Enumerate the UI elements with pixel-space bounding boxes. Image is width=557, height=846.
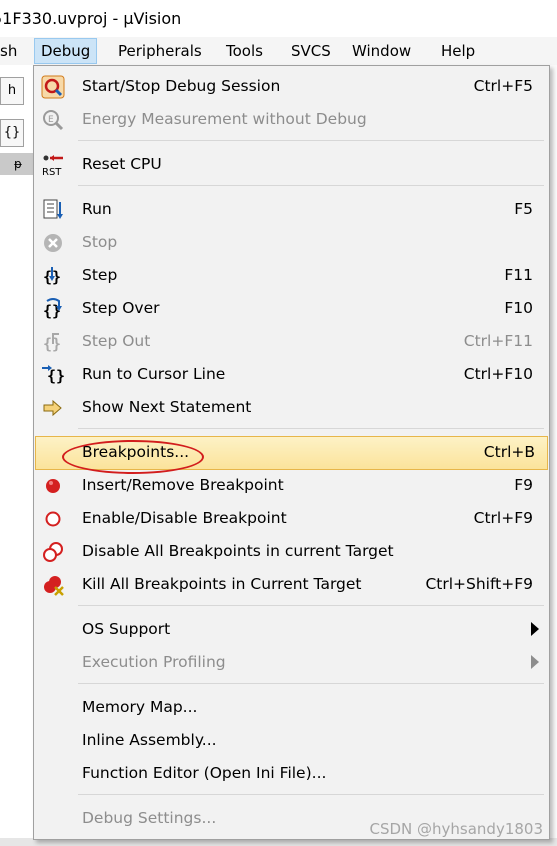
svg-text:E: E — [48, 115, 54, 125]
submenu-arrow-icon — [531, 655, 539, 669]
menu-item-step-over[interactable]: {} Step Over F10 — [36, 293, 545, 324]
menu-item-run[interactable]: Run F5 — [36, 194, 545, 225]
background-toolbar-area: h {} ᵽ — [0, 65, 36, 846]
submenu-arrow-icon — [531, 622, 539, 636]
menu-item-step[interactable]: {} Step F11 — [36, 260, 545, 291]
menu-item-run-to-cursor[interactable]: {} Run to Cursor Line Ctrl+F10 — [36, 359, 545, 390]
menu-separator — [78, 794, 544, 795]
toolbar-button[interactable]: h — [0, 77, 24, 105]
menu-item-show-next-statement[interactable]: Show Next Statement — [36, 392, 545, 423]
menu-separator — [78, 605, 544, 606]
next-statement-icon — [41, 396, 65, 420]
kill-all-breakpoints-icon — [41, 573, 65, 597]
menu-separator — [78, 185, 544, 186]
menu-item-memory-map[interactable]: Memory Map... — [36, 692, 545, 723]
rst-icon: RST — [41, 153, 65, 178]
menu-item-stop[interactable]: Stop — [36, 227, 545, 258]
menu-help[interactable]: Help — [435, 39, 481, 63]
menu-separator — [78, 140, 544, 141]
toolbar-brace-button[interactable]: {} — [0, 119, 24, 147]
menu-item-energy-measurement[interactable]: E Energy Measurement without Debug — [36, 104, 545, 135]
energy-icon: E — [41, 108, 65, 132]
menu-item-function-editor[interactable]: Function Editor (Open Ini File)... — [36, 758, 545, 789]
disable-all-breakpoints-icon — [41, 540, 65, 564]
watermark: CSDN @hyhsandy1803 — [369, 820, 543, 838]
menu-item-inline-assembly[interactable]: Inline Assembly... — [36, 725, 545, 756]
menu-item-os-support[interactable]: OS Support — [36, 614, 545, 645]
menu-window[interactable]: Window — [346, 39, 417, 63]
menu-item-step-out[interactable]: {} Step Out Ctrl+F11 — [36, 326, 545, 357]
svg-text:RST: RST — [42, 167, 62, 177]
breakpoint-icon — [41, 474, 65, 498]
breakpoint-toggle-icon — [41, 507, 65, 531]
run-icon — [41, 198, 65, 222]
menu-flash[interactable]: sh — [0, 39, 23, 63]
step-icon: {} — [41, 264, 65, 288]
menu-item-execution-profiling[interactable]: Execution Profiling — [36, 647, 545, 678]
pin-icon[interactable]: ᵽ — [0, 153, 36, 175]
menu-item-insert-remove-breakpoint[interactable]: Insert/Remove Breakpoint F9 — [36, 470, 545, 501]
menu-peripherals[interactable]: Peripherals — [112, 39, 208, 63]
stop-icon — [41, 231, 65, 255]
menu-debug[interactable]: Debug — [34, 38, 98, 64]
menu-separator — [78, 683, 544, 684]
menu-bar: sh Debug Peripherals Tools SVCS Window H… — [0, 37, 557, 65]
step-out-icon: {} — [41, 330, 65, 354]
run-to-cursor-icon: {} — [41, 363, 65, 387]
menu-item-reset-cpu[interactable]: RST Reset CPU — [36, 149, 545, 180]
title-bar: 51F330.uvproj - µVision — [0, 0, 557, 37]
menu-item-start-stop-debug[interactable]: Start/Stop Debug Session Ctrl+F5 — [36, 71, 545, 102]
menu-svcs[interactable]: SVCS — [285, 39, 337, 63]
window-title: 51F330.uvproj - µVision — [0, 9, 182, 28]
menu-separator — [78, 428, 544, 429]
menu-item-kill-all-breakpoints[interactable]: Kill All Breakpoints in Current Target C… — [36, 569, 545, 600]
menu-tools[interactable]: Tools — [220, 39, 269, 63]
menu-item-enable-disable-breakpoint[interactable]: Enable/Disable Breakpoint Ctrl+F9 — [36, 503, 545, 534]
menu-item-disable-all-breakpoints[interactable]: Disable All Breakpoints in current Targe… — [36, 536, 545, 567]
annotation-ellipse — [62, 440, 204, 474]
debug-session-icon — [41, 75, 65, 99]
step-over-icon: {} — [41, 297, 65, 321]
